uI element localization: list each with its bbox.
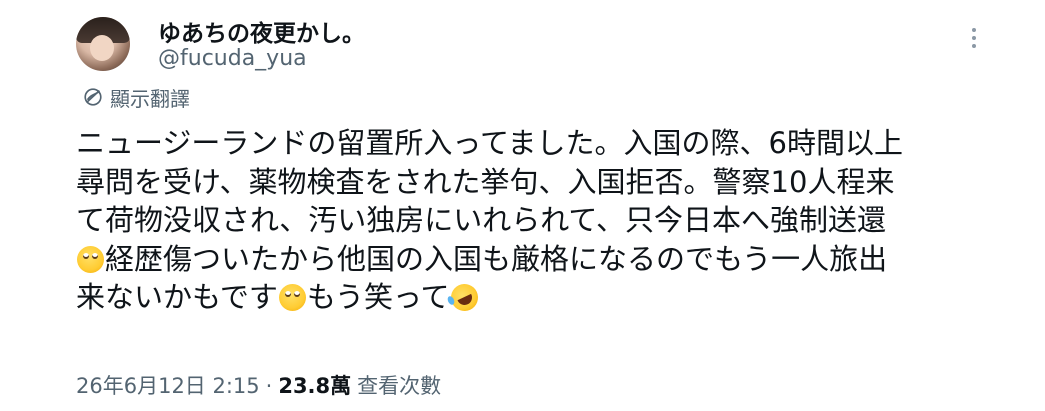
views-label: 查看次數 [357, 374, 442, 398]
views-count: 23.8萬 [278, 374, 352, 398]
tweet-line-with-emoji: 来ないかもです もう笑って [76, 278, 976, 317]
tweet-card: ゆあちの夜更かし。 @fucuda_yua 顯示翻譯 ニュージーランドの留置所入… [0, 0, 1045, 411]
show-translation-label: 顯示翻譯 [110, 86, 190, 111]
translate-globe-icon [84, 88, 102, 106]
tweet-timestamp-link[interactable]: 26年6月12日 2:15 [76, 370, 260, 400]
more-options-button[interactable] [962, 26, 986, 50]
tweet-meta: 26年6月12日 2:15 · 23.8萬 查看次數 [76, 370, 441, 400]
rolling-eyes-emoji-icon [77, 245, 104, 273]
tweet-line: 尋問を受け、薬物検査をされた挙句、入国拒否。警察10人程来 [76, 164, 895, 199]
tweet-line-text: 経歴傷ついたから他国の入国も厳格になるのでもう一人旅出 [105, 241, 888, 276]
tweet-line: ニュージーランドの留置所入ってました。入国の際、6時間以上 [76, 126, 903, 160]
tweet-line: て荷物没収され、汚い独房にいれられて、只今日本へ強制送還 [76, 203, 886, 237]
display-name[interactable]: ゆあちの夜更かし。 [158, 14, 365, 48]
tweet-line-text: もう笑って [306, 280, 450, 314]
show-translation-button[interactable]: 顯示翻譯 [82, 84, 190, 111]
avatar-face [90, 35, 114, 61]
rolling-eyes-emoji-icon [278, 284, 306, 311]
rolling-on-floor-laughing-emoji-icon [446, 279, 482, 316]
tweet-text: ニュージーランドの留置所入ってました。入国の際、6時間以上 尋問を受け、薬物検査… [76, 124, 976, 317]
meta-separator: · [265, 374, 273, 398]
tweet-line-text: 来ないかもです [76, 280, 278, 314]
avatar[interactable] [76, 17, 130, 71]
user-handle[interactable]: @fucuda_yua [158, 46, 307, 71]
more-dots-vertical-icon [972, 28, 976, 32]
tweet-line-with-emoji: 経歴傷ついたから他国の入国も厳格になるのでもう一人旅出 [76, 240, 976, 279]
